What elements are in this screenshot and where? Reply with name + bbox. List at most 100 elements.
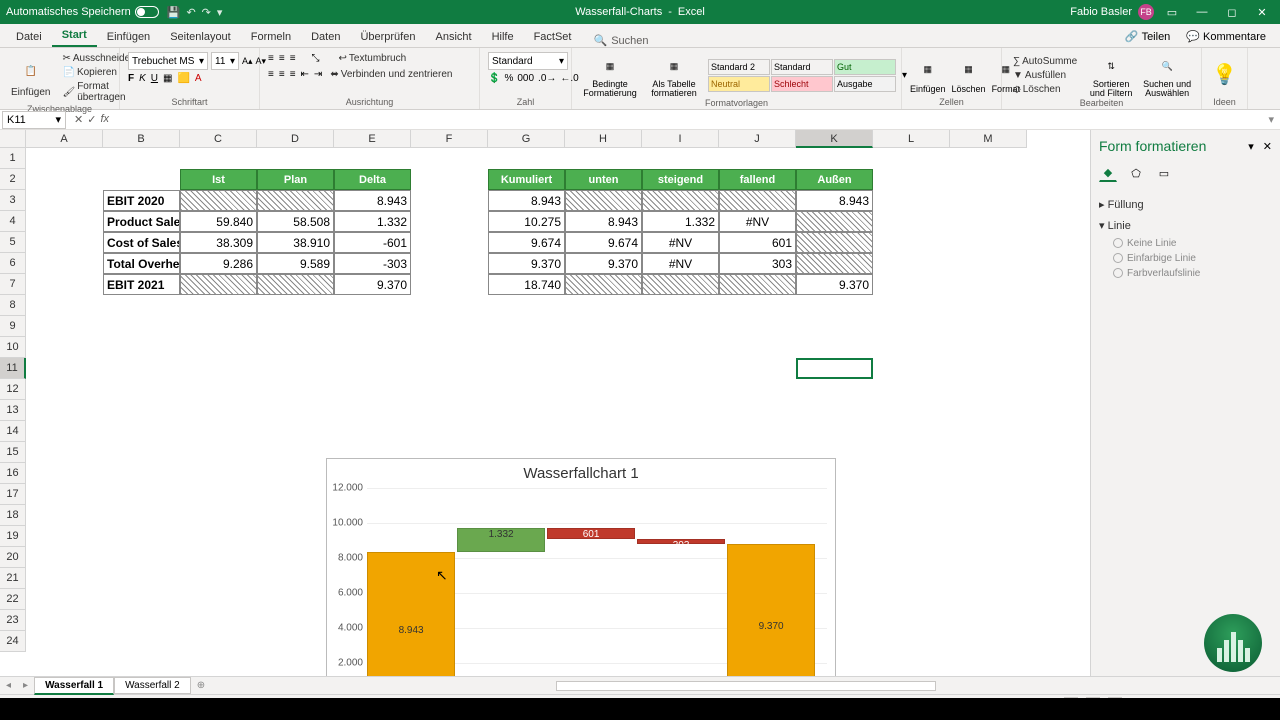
- chart-bar-Außen[interactable]: [727, 544, 815, 676]
- tell-me-search[interactable]: 🔍 Suchen: [593, 34, 648, 47]
- cell-J7[interactable]: [719, 274, 796, 295]
- cell-C6[interactable]: 9.286: [180, 253, 257, 274]
- row-header-13[interactable]: 13: [0, 400, 26, 421]
- cell-G6[interactable]: 9.370: [488, 253, 565, 274]
- underline-button[interactable]: U: [151, 73, 158, 84]
- minimize-icon[interactable]: —: [1190, 2, 1214, 22]
- row-header-11[interactable]: 11: [0, 358, 26, 379]
- italic-button[interactable]: K: [139, 73, 146, 84]
- qat-dropdown-icon[interactable]: ▾: [217, 6, 223, 19]
- decimal-inc-icon[interactable]: .0→: [538, 73, 556, 84]
- cell-D5[interactable]: 38.910: [257, 232, 334, 253]
- style-ausgabe[interactable]: Ausgabe: [834, 76, 896, 92]
- line-section[interactable]: ▾ Linie: [1099, 215, 1272, 236]
- autosave-toggle[interactable]: [135, 6, 159, 18]
- effects-tab-icon[interactable]: ⬠: [1127, 164, 1145, 182]
- col-header-H[interactable]: H: [565, 130, 642, 148]
- horizontal-scrollbar[interactable]: [556, 681, 936, 691]
- row-header-4[interactable]: 4: [0, 211, 26, 232]
- row-header-17[interactable]: 17: [0, 484, 26, 505]
- ideas-icon[interactable]: 💡: [1212, 62, 1237, 87]
- redo-icon[interactable]: ↷: [202, 6, 211, 19]
- row-header-23[interactable]: 23: [0, 610, 26, 631]
- cell-J4[interactable]: #NV: [719, 211, 796, 232]
- cell-H2[interactable]: unten: [565, 169, 642, 190]
- sort-filter-icon[interactable]: ⇅: [1097, 52, 1125, 80]
- cell-J6[interactable]: 303: [719, 253, 796, 274]
- col-header-B[interactable]: B: [103, 130, 180, 148]
- spreadsheet-grid[interactable]: ABCDEFGHIJKLM 12345678910111213141516171…: [0, 130, 1090, 676]
- cell-C7[interactable]: [180, 274, 257, 295]
- fx-icon[interactable]: fx: [100, 113, 109, 126]
- align-left-icon[interactable]: ≡: [268, 69, 274, 80]
- cell-B7[interactable]: EBIT 2021: [103, 274, 180, 295]
- cell-E6[interactable]: -303: [334, 253, 411, 274]
- chart-bar-unten[interactable]: [547, 539, 635, 676]
- cell-K5[interactable]: [796, 232, 873, 253]
- cell-G3[interactable]: 8.943: [488, 190, 565, 211]
- cell-G2[interactable]: Kumuliert: [488, 169, 565, 190]
- conditional-format-button[interactable]: Bedingte Formatierung: [580, 80, 640, 98]
- tab-datei[interactable]: Datei: [6, 27, 52, 47]
- cell-D7[interactable]: [257, 274, 334, 295]
- style-schlecht[interactable]: Schlecht: [771, 76, 833, 92]
- cell-D2[interactable]: Plan: [257, 169, 334, 190]
- cell-C3[interactable]: [180, 190, 257, 211]
- cell-H4[interactable]: 8.943: [565, 211, 642, 232]
- cancel-formula-icon[interactable]: ✕: [74, 113, 83, 126]
- cell-G7[interactable]: 18.740: [488, 274, 565, 295]
- increase-font-icon[interactable]: A▴: [242, 56, 253, 67]
- cell-E3[interactable]: 8.943: [334, 190, 411, 211]
- expand-formula-icon[interactable]: ▾: [1262, 113, 1280, 126]
- align-right-icon[interactable]: ≡: [290, 69, 296, 80]
- col-header-D[interactable]: D: [257, 130, 334, 148]
- comments-button[interactable]: 💬Kommentare: [1178, 26, 1274, 47]
- tab-einfuegen[interactable]: Einfügen: [97, 27, 160, 47]
- cell-J2[interactable]: fallend: [719, 169, 796, 190]
- tab-seitenlayout[interactable]: Seitenlayout: [160, 27, 241, 47]
- col-header-C[interactable]: C: [180, 130, 257, 148]
- row-header-3[interactable]: 3: [0, 190, 26, 211]
- cell-I2[interactable]: steigend: [642, 169, 719, 190]
- embedded-chart[interactable]: Wasserfallchart 1 02.0004.0006.0008.0001…: [326, 458, 836, 676]
- fill-button[interactable]: ▼Ausfüllen: [1010, 69, 1080, 82]
- row-header-20[interactable]: 20: [0, 547, 26, 568]
- ribbon-options-icon[interactable]: ▭: [1160, 2, 1184, 22]
- sort-filter-button[interactable]: Sortieren und Filtern: [1086, 80, 1136, 98]
- autosave[interactable]: Automatisches Speichern: [6, 6, 159, 18]
- solid-line-option[interactable]: Einfarbige Linie: [1099, 251, 1272, 266]
- row-header-21[interactable]: 21: [0, 568, 26, 589]
- indent-dec-icon[interactable]: ⇤: [301, 69, 309, 80]
- thousands-icon[interactable]: 000: [517, 73, 534, 84]
- tab-ueberpruefen[interactable]: Überprüfen: [350, 27, 425, 47]
- size-tab-icon[interactable]: ▭: [1155, 164, 1173, 182]
- gradient-line-option[interactable]: Farbverlaufslinie: [1099, 266, 1272, 281]
- orientation-icon[interactable]: ⤡: [312, 53, 320, 64]
- align-top-icon[interactable]: ≡: [268, 53, 274, 64]
- align-bottom-icon[interactable]: ≡: [290, 53, 296, 64]
- undo-icon[interactable]: ↶: [186, 6, 195, 19]
- cell-B4[interactable]: Product Sales: [103, 211, 180, 232]
- row-header-9[interactable]: 9: [0, 316, 26, 337]
- number-format-combo[interactable]: Standard▾: [488, 52, 568, 70]
- share-button[interactable]: 🔗Teilen: [1117, 26, 1178, 47]
- cell-I4[interactable]: 1.332: [642, 211, 719, 232]
- cell-I7[interactable]: [642, 274, 719, 295]
- row-header-7[interactable]: 7: [0, 274, 26, 295]
- col-header-K[interactable]: K: [796, 130, 873, 148]
- find-select-button[interactable]: Suchen und Auswählen: [1142, 80, 1192, 98]
- delete-cells-icon[interactable]: ▦: [955, 56, 983, 84]
- align-center-icon[interactable]: ≡: [279, 69, 285, 80]
- pane-close-icon[interactable]: ✕: [1263, 141, 1272, 153]
- style-neutral[interactable]: Neutral: [708, 76, 770, 92]
- tab-daten[interactable]: Daten: [301, 27, 350, 47]
- indent-inc-icon[interactable]: ⇥: [314, 69, 322, 80]
- formula-bar[interactable]: [119, 111, 1262, 129]
- autosum-button[interactable]: ∑AutoSumme: [1010, 55, 1080, 68]
- cell-B5[interactable]: Cost of Sales: [103, 232, 180, 253]
- paste-icon[interactable]: 📋: [17, 58, 45, 86]
- cell-C4[interactable]: 59.840: [180, 211, 257, 232]
- col-header-F[interactable]: F: [411, 130, 488, 148]
- chart-plot-area[interactable]: 02.0004.0006.0008.00010.00012.0008.943EB…: [367, 488, 827, 676]
- insert-cells-button[interactable]: Einfügen: [910, 84, 946, 94]
